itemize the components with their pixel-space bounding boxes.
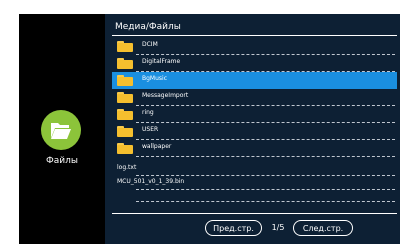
folder-row[interactable]: ring <box>112 106 397 123</box>
file-row[interactable]: log.txt <box>112 162 397 176</box>
folder-row[interactable]: wallpaper <box>112 140 397 157</box>
page-title: Медиа/Файлы <box>115 22 181 32</box>
folder-name: DigitalFrame <box>142 58 181 65</box>
folder-icon <box>117 58 133 69</box>
file-name: log.txt <box>117 164 137 171</box>
row-separator <box>136 156 395 157</box>
folder-name: USER <box>142 126 159 133</box>
folder-icon <box>117 126 133 137</box>
folder-icon <box>117 75 133 86</box>
file-browser: Медиа/Файлы DCIM DigitalFrame BgMusic Messa… <box>105 14 400 244</box>
title-divider <box>112 35 397 36</box>
folder-icon <box>117 109 133 120</box>
side-label: Файлы <box>46 156 78 166</box>
folder-row[interactable]: USER <box>112 123 397 140</box>
folder-name: wallpaper <box>142 143 172 150</box>
folder-open-icon <box>51 123 71 139</box>
folder-row[interactable]: DCIM <box>112 38 397 55</box>
screen: Файлы Медиа/Файлы DCIM DigitalFrame BgMusi… <box>0 0 415 248</box>
folder-name: MessageImport <box>142 92 189 99</box>
empty-row <box>136 188 395 202</box>
folder-icon <box>117 92 133 103</box>
folder-row[interactable]: BgMusic <box>112 72 397 89</box>
folder-name: DCIM <box>142 41 158 48</box>
folder-icon <box>117 41 133 52</box>
folder-row[interactable]: MessageImport <box>112 89 397 106</box>
page-indicator: 1/5 <box>271 223 285 232</box>
files-app-button[interactable] <box>41 110 81 150</box>
next-page-button[interactable]: След.стр. <box>293 220 353 236</box>
folder-row[interactable]: DigitalFrame <box>112 55 397 72</box>
folder-name: BgMusic <box>142 75 167 82</box>
folder-list: DCIM DigitalFrame BgMusic MessageImport ring… <box>112 38 397 157</box>
bottom-divider <box>112 213 397 214</box>
pagination: Пред.стр. 1/5 След.стр. <box>105 220 400 236</box>
file-list: log.txt MCU_501_v0_1_39.bin <box>112 162 397 190</box>
folder-name: ring <box>142 109 154 116</box>
empty-rows <box>136 188 395 202</box>
folder-icon <box>117 143 133 154</box>
prev-page-button[interactable]: Пред.стр. <box>205 220 262 236</box>
device-frame: Файлы Медиа/Файлы DCIM DigitalFrame BgMusi… <box>19 14 400 244</box>
side-panel: Файлы <box>19 14 105 244</box>
file-name: MCU_501_v0_1_39.bin <box>117 178 185 185</box>
